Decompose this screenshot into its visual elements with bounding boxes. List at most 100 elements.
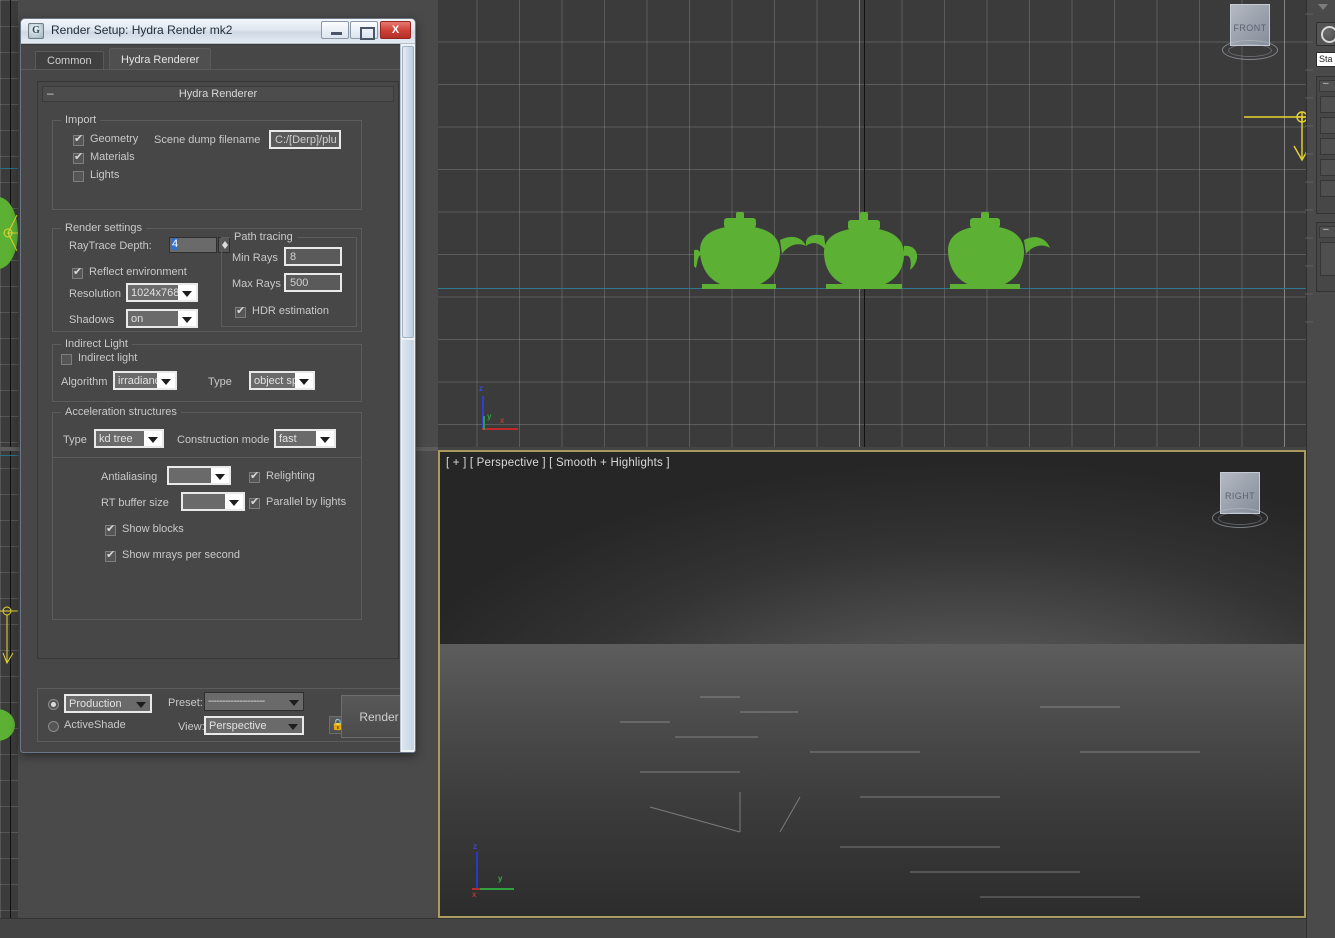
view-dropdown[interactable]: Perspective <box>204 716 304 735</box>
chevron-down-icon[interactable] <box>144 431 162 446</box>
acceleration-structures-group: Acceleration structures Type kd tree Con… <box>52 412 362 458</box>
status-bar-area <box>0 918 1306 938</box>
indirect-light-group: Indirect Light Indirect light Algorithm … <box>52 344 362 402</box>
materials-checkbox[interactable] <box>73 153 84 164</box>
hdr-estimation-checkbox[interactable] <box>235 307 246 318</box>
axis-tripod-front: z x y <box>460 378 520 434</box>
view-cube-front[interactable]: FRONT <box>1222 4 1278 62</box>
geometry-label: Geometry <box>90 133 138 145</box>
close-icon: X <box>381 22 410 38</box>
viewport-divider-horizontal[interactable] <box>0 447 18 451</box>
antialiasing-dropdown[interactable] <box>167 466 231 485</box>
teapot-wireframe[interactable] <box>806 212 928 302</box>
construction-mode-dropdown[interactable]: fast <box>274 429 336 448</box>
resolution-dropdown[interactable]: 1024x768 <box>126 283 198 302</box>
scene-dump-filename-input[interactable]: C:/[Derp]/plu <box>269 130 341 149</box>
chevron-down-icon[interactable] <box>157 373 175 388</box>
chevron-down-icon[interactable] <box>285 693 303 710</box>
render-setup-icon <box>28 23 44 39</box>
chevron-down-icon[interactable] <box>211 468 229 483</box>
render-setup-dialog[interactable]: Render Setup: Hydra Render mk2 X Common … <box>20 18 416 753</box>
rollout-field[interactable] <box>1320 117 1335 134</box>
parallel-by-lights-label: Parallel by lights <box>266 496 346 508</box>
render-settings-group: Render settings RayTrace Depth: 4 Reflec… <box>52 228 362 332</box>
chevron-down-icon[interactable] <box>316 431 334 446</box>
view-cube-ring-inner <box>1218 512 1262 525</box>
tab-hydra-renderer[interactable]: Hydra Renderer <box>109 48 211 70</box>
teapot-wireframe[interactable] <box>694 212 814 302</box>
rollout-field[interactable] <box>1320 180 1335 197</box>
lights-checkbox[interactable] <box>73 171 84 182</box>
viewport-grid <box>0 0 18 918</box>
preset-dropdown[interactable]: -------------------- <box>204 692 304 711</box>
chevron-down-icon[interactable] <box>295 373 313 388</box>
indirect-light-checkbox[interactable] <box>61 354 72 365</box>
chevron-down-icon[interactable] <box>132 696 150 711</box>
import-group-title: Import <box>61 114 100 126</box>
accel-type-dropdown[interactable]: kd tree <box>94 429 164 448</box>
scrollbar-thumb[interactable] <box>402 46 414 338</box>
construction-mode-label: Construction mode <box>177 434 269 446</box>
show-mrays-label: Show mrays per second <box>122 549 240 561</box>
chevron-down-icon[interactable] <box>284 718 302 733</box>
chevron-down-icon[interactable] <box>178 285 196 300</box>
rollout-header[interactable] <box>1319 226 1335 238</box>
circle-icon <box>1321 26 1335 43</box>
import-group: Import Geometry Materials Lights Scene d… <box>52 120 362 210</box>
max-rays-label: Max Rays <box>232 278 281 290</box>
rollout-field[interactable] <box>1320 159 1335 176</box>
activeshade-radio[interactable] <box>48 721 59 732</box>
tab-common[interactable]: Common <box>35 51 104 70</box>
production-dropdown[interactable]: Production <box>64 694 152 713</box>
acceleration-group-title: Acceleration structures <box>61 406 181 418</box>
view-label: View: <box>178 721 205 733</box>
indirect-type-label: Type <box>208 376 232 388</box>
preset-label: Preset: <box>168 697 203 709</box>
teapot-wireframe-edge-top <box>0 185 18 305</box>
rollout-field[interactable] <box>1320 242 1335 276</box>
rollout-header[interactable] <box>1319 80 1335 92</box>
chevron-down-icon[interactable] <box>178 311 196 326</box>
show-blocks-checkbox[interactable] <box>105 525 116 536</box>
algorithm-label: Algorithm <box>61 376 107 388</box>
production-radio[interactable] <box>48 699 59 710</box>
raytrace-depth-input[interactable]: 4 <box>169 237 217 253</box>
rollout-field[interactable] <box>1320 96 1335 113</box>
relighting-checkbox[interactable] <box>249 472 260 483</box>
min-rays-input[interactable]: 8 <box>284 247 342 266</box>
indirect-type-dropdown[interactable]: object spa <box>249 371 315 390</box>
command-panel-rollout-2[interactable] <box>1316 222 1335 292</box>
geometry-checkbox[interactable] <box>73 135 84 146</box>
light-gizmo-icon[interactable] <box>1224 108 1306 188</box>
viewport-perspective[interactable]: z y x RIGHT [ + ] [ Perspective ] [ Smoo… <box>438 450 1306 918</box>
materials-label: Materials <box>90 151 135 163</box>
command-panel-tool-button[interactable] <box>1316 22 1335 46</box>
max-rays-input[interactable]: 500 <box>284 273 342 292</box>
chevron-down-icon[interactable] <box>225 494 243 509</box>
shadows-dropdown[interactable]: on <box>126 309 198 328</box>
viewport-front[interactable]: z x y FRONT <box>438 0 1306 447</box>
reflect-environment-checkbox[interactable] <box>72 268 83 279</box>
parallel-by-lights-checkbox[interactable] <box>249 498 260 509</box>
dialog-scrollbar[interactable] <box>400 44 415 752</box>
command-panel-rollout-1[interactable] <box>1316 76 1335 214</box>
scrollbar-track[interactable] <box>402 340 414 750</box>
show-mrays-checkbox[interactable] <box>105 551 116 562</box>
maximize-button[interactable] <box>350 21 378 39</box>
view-cube-right[interactable]: RIGHT <box>1212 472 1268 530</box>
chevron-down-icon[interactable] <box>1318 4 1328 10</box>
rt-buffer-size-dropdown[interactable] <box>181 492 245 511</box>
close-button[interactable]: X <box>380 21 411 39</box>
dialog-title-bar[interactable]: Render Setup: Hydra Render mk2 X <box>21 19 415 44</box>
minimize-button[interactable] <box>321 21 349 39</box>
rollout-field[interactable] <box>1320 138 1335 155</box>
floor-scratch-lines <box>440 452 1304 916</box>
object-name-field[interactable]: Sta <box>1316 52 1335 67</box>
dialog-bottom-bar: Production ActiveShade Preset: ---------… <box>37 688 416 742</box>
algorithm-dropdown[interactable]: irradiance <box>113 371 177 390</box>
teapot-wireframe[interactable] <box>942 212 1052 302</box>
reflect-environment-label: Reflect environment <box>89 266 187 278</box>
viewport-left-strip[interactable] <box>0 0 18 918</box>
viewport-axis-line-horizontal <box>0 168 18 169</box>
rollout-header[interactable]: – Hydra Renderer <box>42 86 394 102</box>
